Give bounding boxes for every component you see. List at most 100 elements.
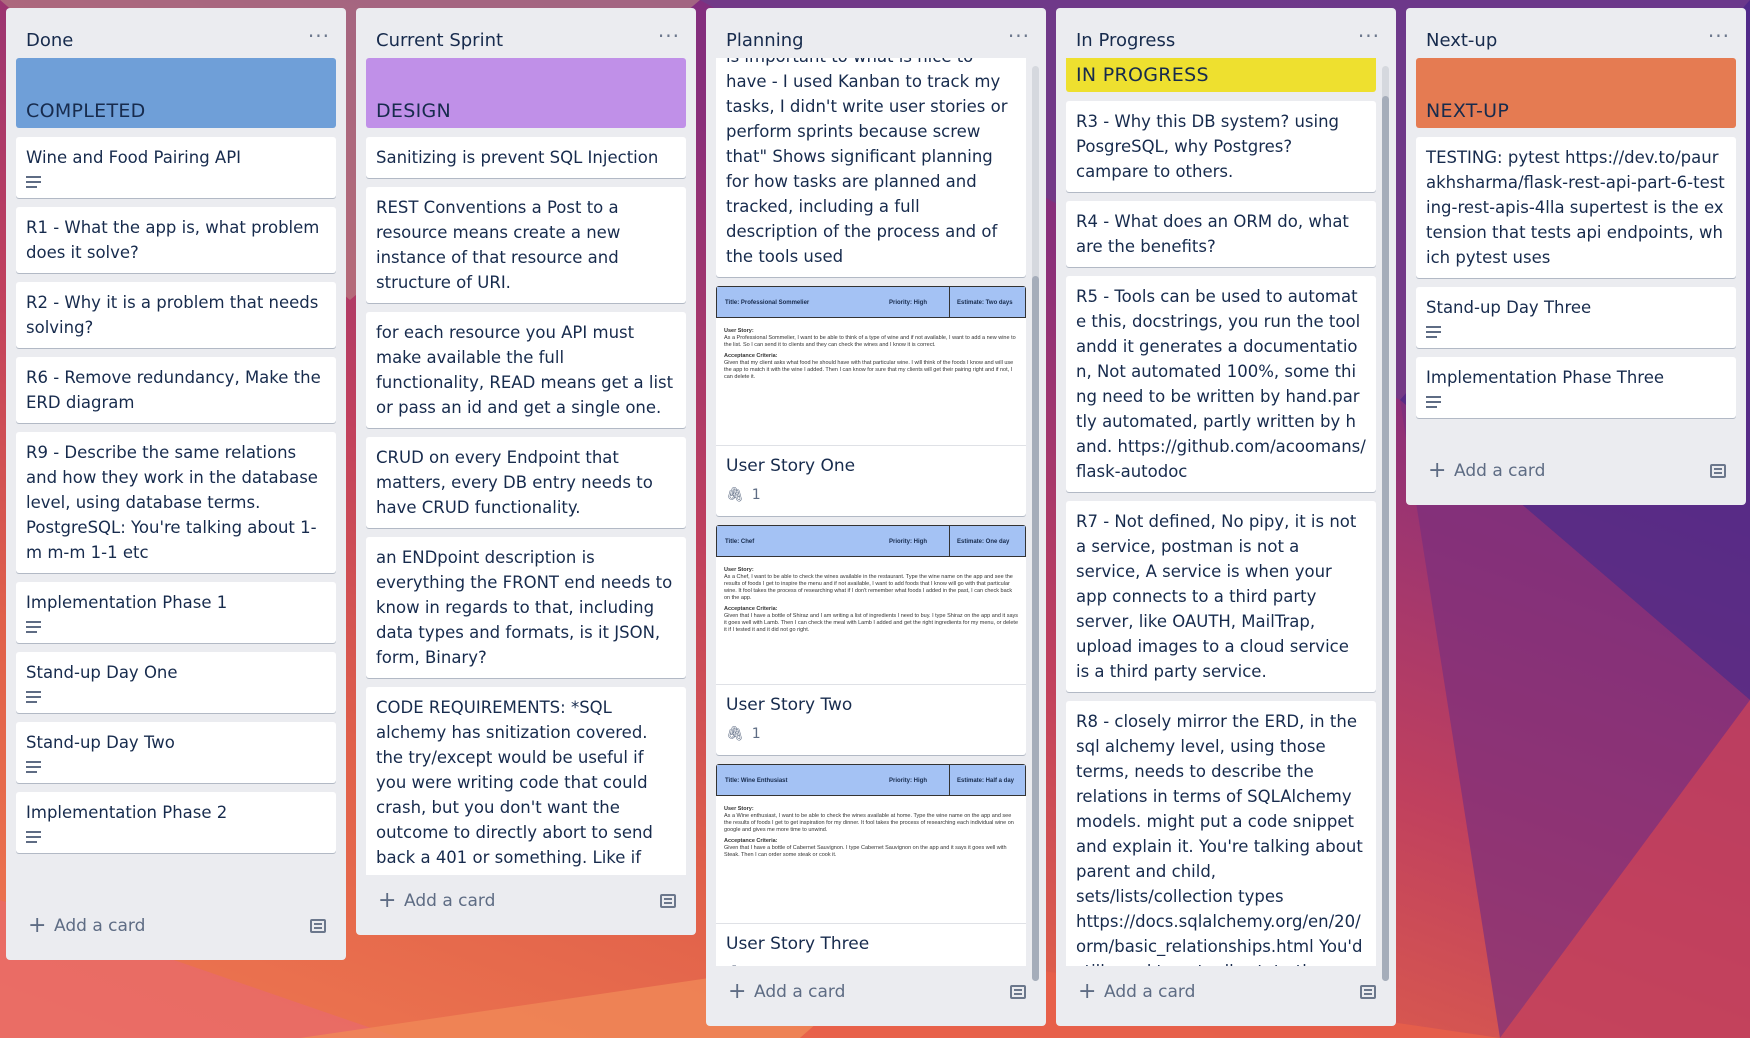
add-card-button[interactable]: + Add a card <box>1416 455 1736 491</box>
label-card-next-up[interactable]: NEXT-UP <box>1416 58 1736 128</box>
attachment-thumbnail: Title: Professional Sommelier Priority: … <box>716 286 1026 446</box>
card-resource-functionality[interactable]: for each resource you API must make avai… <box>366 312 686 428</box>
label-card-design[interactable]: DESIGN <box>366 58 686 128</box>
card-wine-food-api[interactable]: Wine and Food Pairing API <box>16 137 336 198</box>
card-text: User Story Two <box>726 695 853 715</box>
card-r9[interactable]: R9 - Describe the same relations and how… <box>16 432 336 573</box>
card-user-story-one[interactable]: Title: Professional Sommelier Priority: … <box>716 286 1026 516</box>
card-text: Implementation Phase 1 <box>26 593 228 612</box>
card-implementation-phase-2[interactable]: Implementation Phase 2 <box>16 792 336 853</box>
list-menu-button[interactable]: ··· <box>1008 24 1030 48</box>
card-text: TESTING: pytest https://dev.to/paurakhsh… <box>1426 148 1725 267</box>
list-menu-button[interactable]: ··· <box>308 24 330 48</box>
add-card-button[interactable]: + Add a card <box>1066 976 1386 1012</box>
list-scrollbar[interactable] <box>1032 66 1039 981</box>
card-user-story-three[interactable]: Title: Wine Enthusiast Priority: High Es… <box>716 764 1026 966</box>
card-text: User Story One <box>726 456 856 476</box>
attachment-badge: 🖇1 <box>716 479 1026 516</box>
attachment-thumbnail: Title: Chef Priority: High Estimate: One… <box>716 525 1026 685</box>
description-icon <box>1426 396 1441 408</box>
add-card-button[interactable]: + Add a card <box>16 910 336 946</box>
card-template-icon[interactable] <box>1710 464 1726 478</box>
card-text: R7 - Not defined, No pipy, it is not a s… <box>1076 512 1357 681</box>
plus-icon: + <box>28 913 47 938</box>
card-endpoint-description[interactable]: an ENDpoint description is everything th… <box>366 537 686 678</box>
card-r2[interactable]: R2 - Why it is a problem that needs solv… <box>16 282 336 348</box>
doc-estimate: Estimate: Two days <box>957 300 1013 306</box>
card-text: CRUD on every Endpoint that matters, eve… <box>376 448 653 517</box>
card-planning-description[interactable]: is important to what is nice to have - I… <box>716 58 1026 277</box>
doc-title: Title: Wine Enthusiast <box>725 778 788 784</box>
doc-story-heading: User Story: <box>724 806 754 812</box>
card-r3[interactable]: R3 - Why this DB system? using PosgreSQL… <box>1066 101 1376 192</box>
add-card-label: Add a card <box>1454 461 1546 481</box>
list-title[interactable]: Current Sprint <box>376 30 503 51</box>
label-card-in-progress[interactable]: IN PROGRESS <box>1066 58 1376 92</box>
plus-icon: + <box>728 979 747 1004</box>
card-text: Wine and Food Pairing API <box>26 148 242 167</box>
card-standup-day-two[interactable]: Stand-up Day Two <box>16 722 336 783</box>
list-in-progress: In Progress ··· IN PROGRESS R3 - Why thi… <box>1056 8 1396 1026</box>
label-text: IN PROGRESS <box>1076 64 1209 86</box>
doc-priority: Priority: High <box>889 778 928 784</box>
doc-estimate: Estimate: One day <box>957 539 1010 545</box>
list-header: Current Sprint ··· <box>356 8 696 60</box>
card-r4[interactable]: R4 - What does an ORM do, what are the b… <box>1066 201 1376 267</box>
card-implementation-phase-three[interactable]: Implementation Phase Three <box>1416 357 1736 418</box>
list-menu-button[interactable]: ··· <box>1708 24 1730 48</box>
list-done: Done ··· COMPLETED Wine and Food Pairing… <box>6 8 346 960</box>
list-header: In Progress ··· <box>1056 8 1396 60</box>
list-title[interactable]: Planning <box>726 30 804 51</box>
card-text: R3 - Why this DB system? using PosgreSQL… <box>1076 112 1340 181</box>
list-title[interactable]: In Progress <box>1076 30 1175 51</box>
add-card-button[interactable]: + Add a card <box>716 976 1036 1012</box>
list-menu-button[interactable]: ··· <box>1358 24 1380 48</box>
card-standup-day-three[interactable]: Stand-up Day Three <box>1416 287 1736 348</box>
card-r7[interactable]: R7 - Not defined, No pipy, it is not a s… <box>1066 501 1376 692</box>
doc-priority: Priority: High <box>889 539 928 545</box>
card-user-story-two[interactable]: Title: Chef Priority: High Estimate: One… <box>716 525 1026 755</box>
card-template-icon[interactable] <box>1010 985 1026 999</box>
doc-title: Title: Professional Sommelier <box>725 300 810 306</box>
list-scrollbar[interactable] <box>1382 66 1389 981</box>
card-template-icon[interactable] <box>660 894 676 908</box>
paperclip-icon: 🖇 <box>726 726 744 742</box>
card-sanitizing[interactable]: Sanitizing is prevent SQL Injection <box>366 137 686 178</box>
card-text: Stand-up Day One <box>26 663 178 682</box>
card-r1[interactable]: R1 - What the app is, what problem does … <box>16 207 336 273</box>
doc-estimate: Estimate: Half a day <box>957 778 1015 784</box>
card-list[interactable]: IN PROGRESS R3 - Why this DB system? usi… <box>1066 58 1376 966</box>
doc-story: As a Chef, I want to be able to check th… <box>724 574 1013 601</box>
list-scrollbar-thumb[interactable] <box>1032 276 1039 981</box>
list-planning: Planning ··· is important to what is nic… <box>706 8 1046 1026</box>
description-icon <box>26 831 41 843</box>
card-text: is important to what is nice to have - I… <box>726 58 1008 266</box>
card-rest-conventions[interactable]: REST Conventions a Post to a resource me… <box>366 187 686 303</box>
card-code-requirements[interactable]: CODE REQUIREMENTS: *SQL alchemy has snit… <box>366 687 686 875</box>
card-testing[interactable]: TESTING: pytest https://dev.to/paurakhsh… <box>1416 137 1736 278</box>
doc-ac: Given that I have a bottle of Cabernet S… <box>724 845 1007 858</box>
description-icon <box>26 761 41 773</box>
card-template-icon[interactable] <box>1360 985 1376 999</box>
list-title[interactable]: Next-up <box>1426 30 1497 51</box>
doc-title: Title: Chef <box>725 539 755 545</box>
card-standup-day-one[interactable]: Stand-up Day One <box>16 652 336 713</box>
kanban-board: Done ··· COMPLETED Wine and Food Pairing… <box>0 0 1750 1038</box>
doc-separator <box>949 765 950 795</box>
list-title[interactable]: Done <box>26 30 73 51</box>
card-implementation-phase-1[interactable]: Implementation Phase 1 <box>16 582 336 643</box>
card-r8[interactable]: R8 - closely mirror the ERD, in the sql … <box>1066 701 1376 966</box>
card-text: for each resource you API must make avai… <box>376 323 674 417</box>
add-card-button[interactable]: + Add a card <box>366 885 686 921</box>
card-r5[interactable]: R5 - Tools can be used to automate this,… <box>1066 276 1376 492</box>
add-card-label: Add a card <box>404 891 496 911</box>
card-list[interactable]: is important to what is nice to have - I… <box>716 58 1026 966</box>
card-crud[interactable]: CRUD on every Endpoint that matters, eve… <box>366 437 686 528</box>
label-card-completed[interactable]: COMPLETED <box>16 58 336 128</box>
list-menu-button[interactable]: ··· <box>658 24 680 48</box>
card-r6[interactable]: R6 - Remove redundancy, Make the ERD dia… <box>16 357 336 423</box>
list-scrollbar-thumb[interactable] <box>1382 96 1389 981</box>
card-text: Stand-up Day Two <box>26 733 175 752</box>
card-text: an ENDpoint description is everything th… <box>376 548 673 667</box>
card-template-icon[interactable] <box>310 919 326 933</box>
